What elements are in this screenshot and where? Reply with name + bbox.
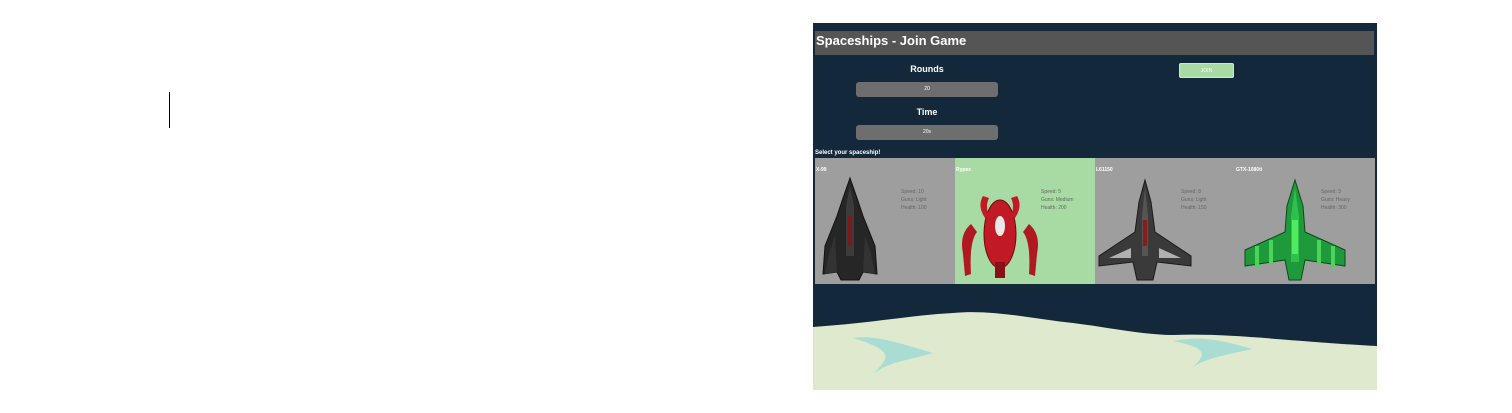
- terrain-background: [813, 312, 1377, 390]
- game-window: Spaceships - Join Game Rounds 20 Time 20…: [813, 23, 1377, 390]
- text-cursor: [169, 92, 170, 128]
